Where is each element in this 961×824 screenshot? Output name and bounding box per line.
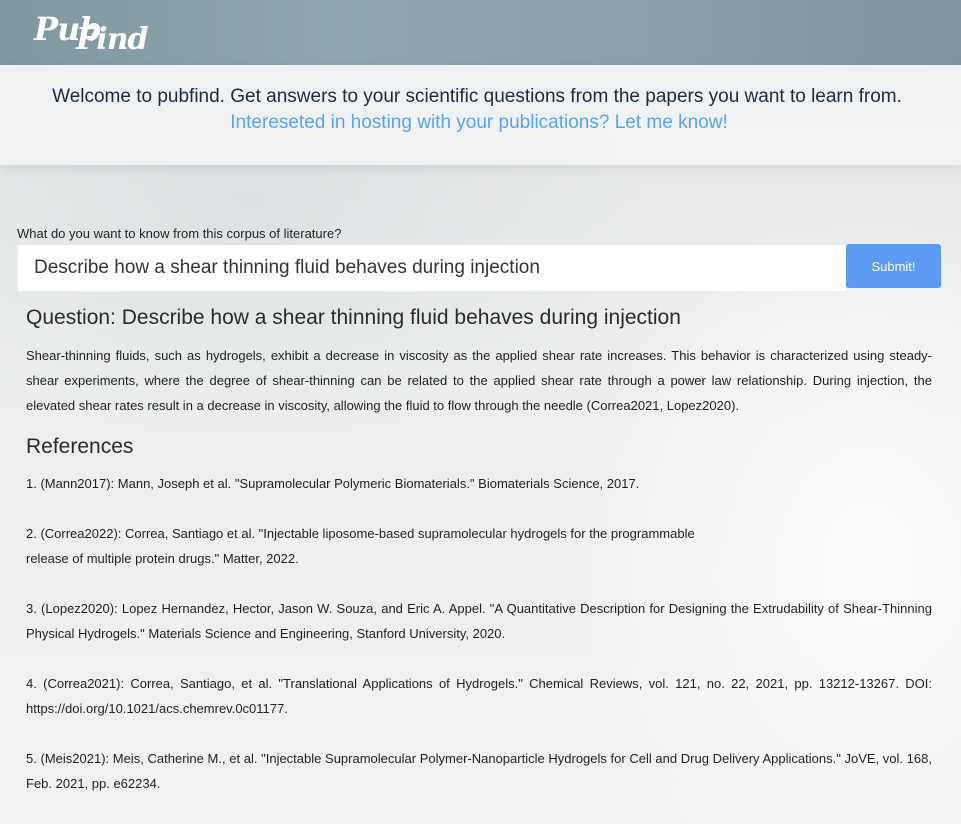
answer-text: Shear-thinning fluids, such as hydrogels… (26, 348, 932, 413)
search-label: What do you want to know from this corpu… (17, 226, 342, 241)
references-list: 1. (Mann2017): Mann, Joseph et al. "Supr… (26, 471, 932, 821)
reference-item: 1. (Mann2017): Mann, Joseph et al. "Supr… (26, 476, 640, 491)
submit-button[interactable]: Submit! (846, 244, 941, 288)
top-bar: Pub Find (0, 0, 961, 65)
question-input[interactable] (18, 245, 846, 291)
welcome-banner: Welcome to pubfind. Get answers to your … (0, 65, 961, 165)
welcome-text: Welcome to pubfind. Get answers to your … (52, 86, 902, 107)
reference-item: 3. (Lopez2020): Lopez Hernandez, Hector,… (26, 601, 932, 641)
pubfind-logo[interactable]: Pub Find (32, 4, 162, 60)
question-heading: Question: Describe how a shear thinning … (26, 306, 681, 329)
references-heading: References (26, 435, 134, 458)
reference-item: 4. (Correa2021): Correa, Santiago, et al… (26, 676, 932, 716)
reference-item: 5. (Meis2021): Meis, Catherine M., et al… (26, 751, 932, 791)
reference-item: 2. (Correa2022): Correa, Santiago et al.… (26, 526, 695, 566)
logo-text-find: Find (76, 22, 148, 57)
hosting-contact-link[interactable]: Intereseted in hosting with your publica… (0, 112, 958, 134)
